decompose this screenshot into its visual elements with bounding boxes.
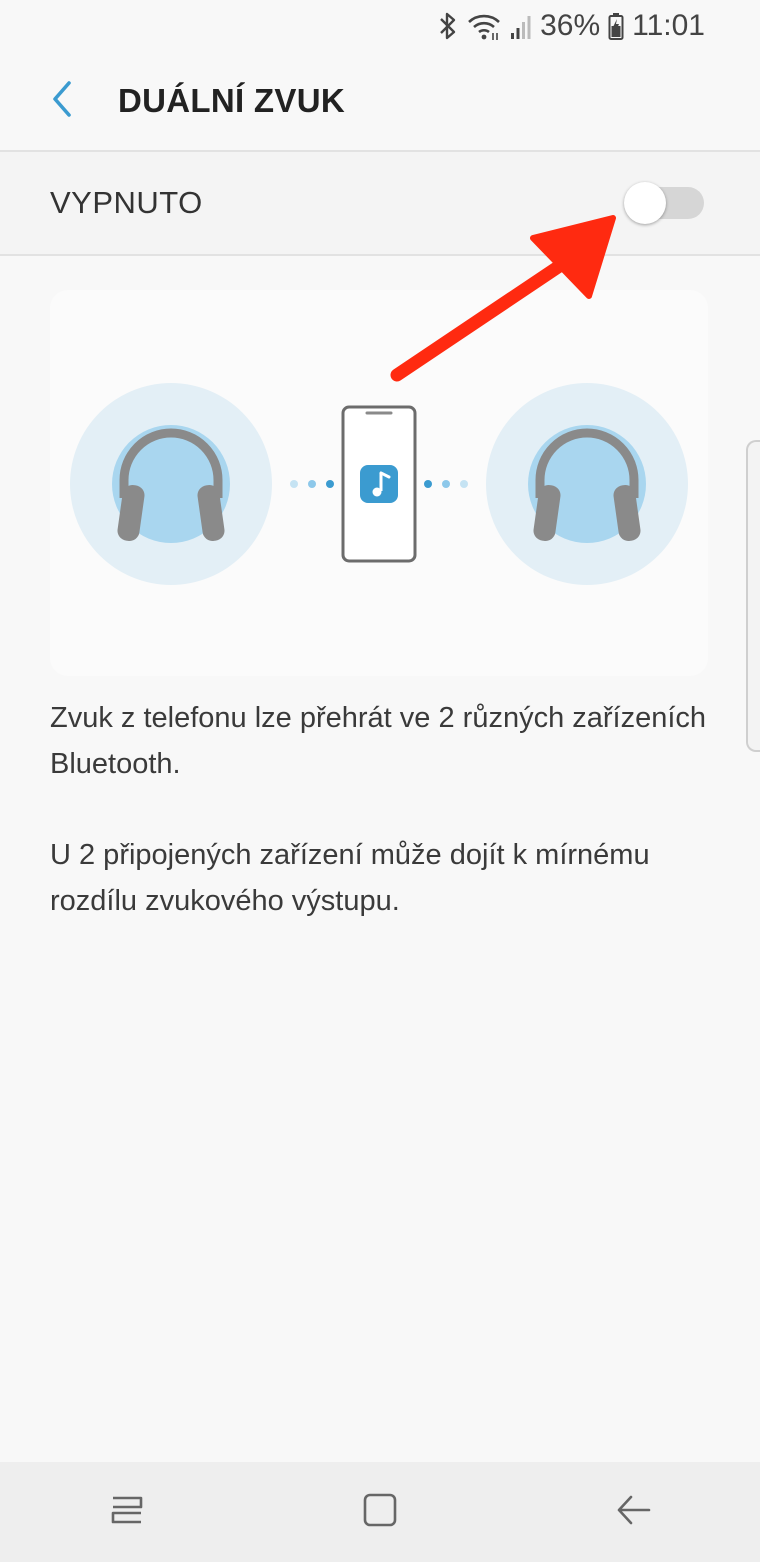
toggle-label: VYPNUTO xyxy=(50,185,203,220)
navigation-bar xyxy=(0,1462,760,1562)
battery-percent: 36% xyxy=(540,9,601,42)
headphones-icon xyxy=(486,383,688,585)
dual-audio-screen: 36% 11:01 DUÁLNÍ ZVUK VYPNUTO Zvuk z tel… xyxy=(0,0,760,1562)
dual-audio-toggle-row[interactable]: VYPNUTO xyxy=(0,152,760,254)
connection-dot xyxy=(290,480,298,488)
divider xyxy=(0,254,760,256)
recent-apps-button[interactable] xyxy=(82,1467,172,1557)
switch-thumb[interactable] xyxy=(624,182,666,224)
connection-dot xyxy=(308,480,316,488)
description-paragraph-1: Zvuk z telefonu lze přehrát ve 2 různých… xyxy=(50,702,707,780)
music-note-icon xyxy=(360,465,398,503)
app-bar: DUÁLNÍ ZVUK xyxy=(0,52,760,150)
status-bar: 36% 11:01 xyxy=(0,0,760,52)
connection-dot xyxy=(442,480,450,488)
chevron-left-icon xyxy=(47,79,77,124)
illustration-card xyxy=(50,290,708,676)
signal-icon xyxy=(510,11,532,41)
battery-icon xyxy=(608,11,624,41)
connection-dot xyxy=(460,480,468,488)
connection-dot xyxy=(326,480,334,488)
dual-audio-illustration xyxy=(70,383,688,585)
back-button[interactable] xyxy=(32,71,92,131)
description-paragraph-2: U 2 připojených zařízení může dojít k mí… xyxy=(50,839,650,917)
wifi-icon xyxy=(466,11,502,41)
back-nav-button[interactable] xyxy=(588,1467,678,1557)
page-title: DUÁLNÍ ZVUK xyxy=(118,82,345,119)
home-button[interactable] xyxy=(335,1467,425,1557)
recent-apps-icon xyxy=(107,1490,147,1535)
home-icon xyxy=(360,1490,400,1535)
bluetooth-icon xyxy=(438,11,458,41)
clock: 11:01 xyxy=(632,9,705,42)
headphones-icon xyxy=(70,383,272,585)
dual-audio-switch[interactable] xyxy=(624,182,704,224)
edge-panel-handle[interactable] xyxy=(746,440,760,752)
back-icon xyxy=(613,1490,653,1535)
connection-dot xyxy=(424,480,432,488)
